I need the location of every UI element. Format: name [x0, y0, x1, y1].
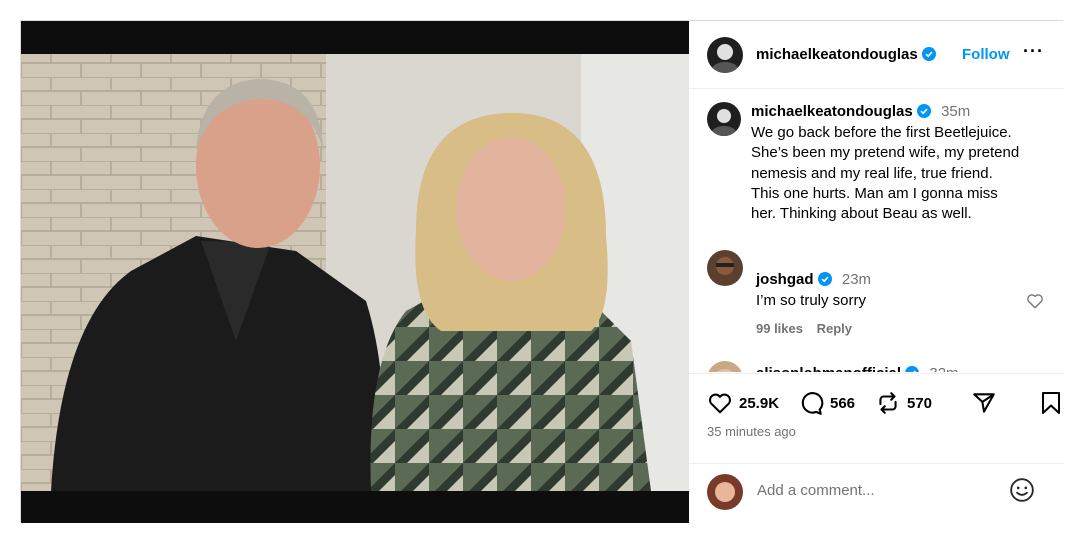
- caption-time: 35m: [941, 103, 971, 120]
- verified-badge-icon: [817, 272, 832, 286]
- instagram-post: michaelkeatondouglas Follow ··· michaelk…: [20, 20, 1064, 523]
- repost-button[interactable]: 570: [875, 390, 932, 416]
- viewer-avatar: [707, 474, 743, 510]
- like-button[interactable]: 25.9K: [707, 390, 779, 416]
- emoji-icon[interactable]: [1009, 477, 1035, 503]
- repost-count: 570: [907, 394, 933, 412]
- post-actions: 25.9K 566 570 35 minutes ago: [689, 373, 1064, 463]
- save-bookmark-icon[interactable]: [1039, 390, 1063, 416]
- post-timestamp: 35 minutes ago: [707, 424, 796, 439]
- comment-button[interactable]: 566: [798, 390, 855, 416]
- comments-list[interactable]: michaelkeatondouglas 35m We go back befo…: [689, 90, 1064, 372]
- more-options-icon[interactable]: ···: [1023, 41, 1044, 62]
- post-header: michaelkeatondouglas Follow ···: [689, 21, 1064, 89]
- verified-badge-icon: [921, 47, 936, 61]
- author-avatar[interactable]: [707, 37, 743, 73]
- verified-badge-icon: [916, 104, 931, 118]
- comment-username[interactable]: joshgad 23m: [756, 271, 871, 288]
- comment-meta: 99 likes Reply: [756, 321, 852, 336]
- caption-username[interactable]: michaelkeatondouglas 35m: [751, 103, 970, 120]
- caption-avatar[interactable]: [707, 102, 741, 136]
- comment-username[interactable]: alisonlohmanofficial 32m: [756, 365, 959, 372]
- comment-likes[interactable]: 99 likes: [756, 321, 803, 336]
- comment-icon: [801, 392, 824, 415]
- add-comment-input[interactable]: Add a comment...: [757, 482, 875, 499]
- post-image[interactable]: [21, 21, 689, 523]
- author-username[interactable]: michaelkeatondouglas: [756, 46, 936, 63]
- follow-button[interactable]: Follow: [962, 46, 1010, 63]
- caption-text: We go back before the first Beetlejuice.…: [751, 124, 1020, 223]
- comment-time: 23m: [841, 271, 872, 288]
- comment-time: 32m: [929, 365, 958, 372]
- comment-like-icon[interactable]: [1026, 292, 1044, 310]
- heart-icon: [709, 393, 731, 414]
- add-comment-bar: Add a comment...: [689, 463, 1064, 523]
- comment-count: 566: [830, 394, 856, 412]
- share-icon[interactable]: [971, 390, 997, 416]
- verified-badge-icon: [905, 366, 920, 372]
- like-count: 25.9K: [739, 394, 780, 412]
- comment-text: I’m so truly sorry: [756, 292, 867, 309]
- comment-reply-button[interactable]: Reply: [817, 321, 852, 336]
- comment-avatar[interactable]: [707, 250, 743, 286]
- repost-icon: [879, 392, 897, 414]
- post-details-panel: michaelkeatondouglas Follow ··· michaelk…: [689, 21, 1064, 523]
- comment-avatar[interactable]: [707, 361, 743, 372]
